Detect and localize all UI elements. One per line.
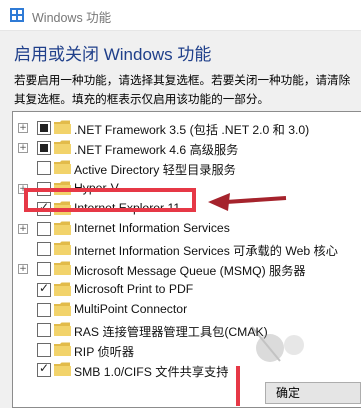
feature-row[interactable]: + Internet Information Services (13, 219, 361, 239)
feature-checkbox[interactable] (37, 343, 51, 358)
folder-icon (54, 342, 71, 357)
highlight-box (24, 188, 196, 212)
expand-icon[interactable]: + (18, 224, 28, 234)
folder-icon (54, 362, 71, 377)
folder-icon (54, 120, 71, 134)
expand-icon[interactable]: + (18, 123, 28, 133)
feature-row[interactable]: + .NET Framework 3.5 (包括 .NET 2.0 和 3.0) (13, 118, 361, 138)
feature-checkbox[interactable] (37, 242, 51, 257)
feature-row[interactable]: MultiPoint Connector (13, 300, 361, 320)
feature-row[interactable]: + Microsoft Message Queue (MSMQ) 服务器 (13, 259, 361, 279)
expand-icon[interactable]: + (18, 143, 28, 154)
folder-icon (54, 322, 71, 336)
feature-label: RAS 连接管理器管理工具包(CMAK) (74, 325, 268, 339)
folder-icon (54, 160, 71, 175)
expand-icon[interactable]: + (18, 264, 28, 275)
window-title: Windows 功能 (32, 11, 112, 25)
feature-row[interactable]: Internet Information Services 可承载的 Web 核… (13, 239, 361, 259)
feature-checkbox[interactable] (37, 262, 51, 277)
folder-icon (54, 261, 71, 276)
windows-features-icon (10, 8, 24, 22)
feature-label: SMB 1.0/CIFS 文件共享支持 (74, 365, 229, 380)
feature-row[interactable]: + .NET Framework 4.6 高级服务 (13, 138, 361, 158)
feature-checkbox[interactable] (37, 222, 51, 236)
feature-label: Microsoft Print to PDF (74, 281, 194, 296)
folder-icon (54, 302, 71, 316)
feature-checkbox[interactable] (37, 361, 51, 378)
feature-label: .NET Framework 4.6 高级服务 (74, 143, 239, 158)
annotation-arrow-icon (208, 193, 287, 211)
feature-checkbox[interactable] (37, 281, 51, 297)
page-description: 若要启用一种功能，请选择其复选框。若要关闭一种功能，请清除其复选框。填充的框表示… (14, 74, 351, 106)
watermark-icon (251, 326, 304, 362)
feature-checkbox[interactable] (37, 161, 51, 176)
feature-label: Active Directory 轻型目录服务 (74, 163, 236, 178)
feature-checkbox[interactable] (37, 141, 51, 156)
title-bar: Windows 功能 (0, 0, 361, 31)
ok-button[interactable]: 确定 (265, 382, 361, 404)
feature-label: RIP 侦听器 (74, 345, 135, 360)
feature-label: Internet Information Services 可承载的 Web 核… (74, 244, 338, 259)
folder-icon (54, 221, 71, 235)
feature-row[interactable]: Microsoft Print to PDF (13, 280, 361, 300)
folder-icon (54, 241, 71, 256)
feature-label: Microsoft Message Queue (MSMQ) 服务器 (74, 264, 306, 279)
feature-label: .NET Framework 3.5 (包括 .NET 2.0 和 3.0) (74, 123, 310, 137)
feature-checkbox[interactable] (37, 302, 51, 317)
folder-icon (54, 282, 71, 296)
feature-label: MultiPoint Connector (74, 301, 188, 316)
page-heading: 启用或关闭 Windows 功能 (14, 45, 212, 64)
folder-icon (54, 140, 71, 155)
feature-checkbox[interactable] (37, 323, 51, 337)
feature-row[interactable]: Active Directory 轻型目录服务 (13, 158, 361, 178)
feature-checkbox[interactable] (37, 121, 51, 135)
feature-label: Internet Information Services (74, 221, 230, 235)
